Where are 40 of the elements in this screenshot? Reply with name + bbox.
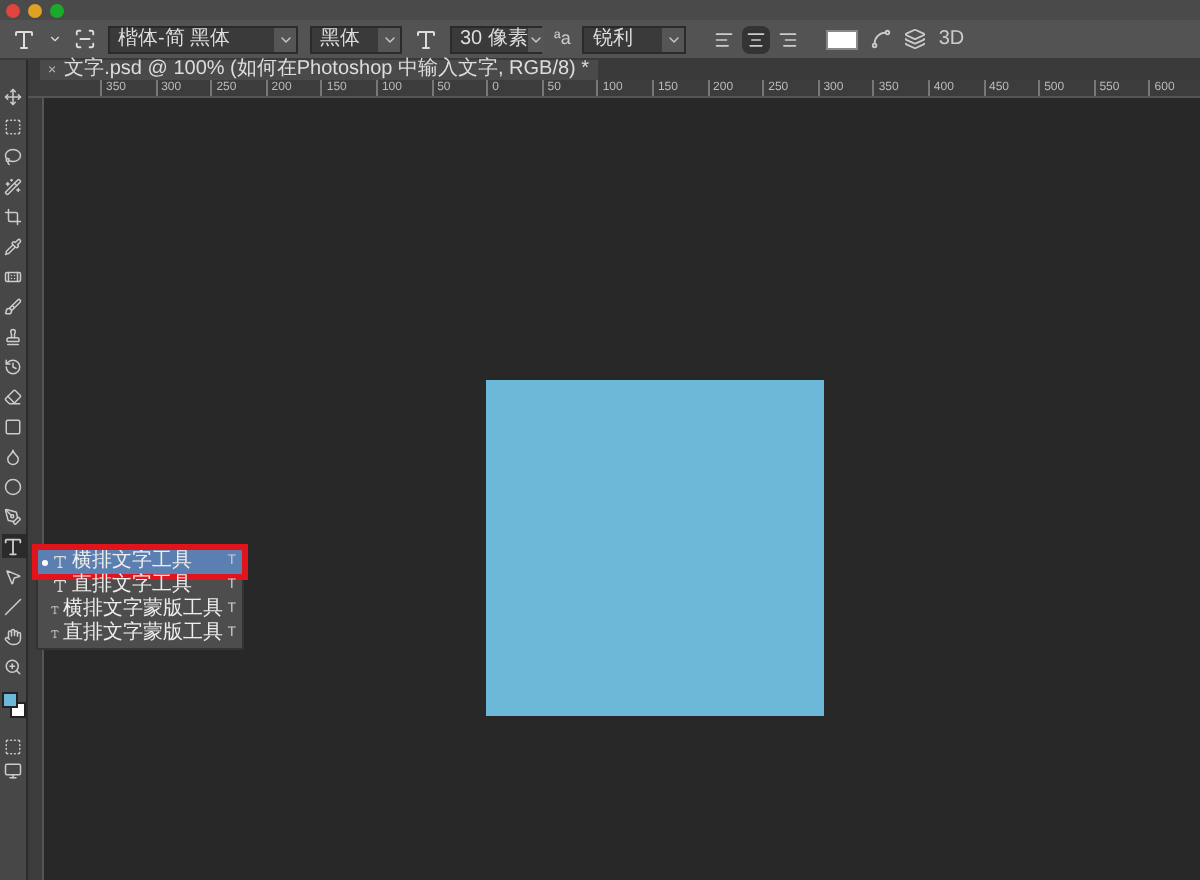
text-color-swatch[interactable] [826, 29, 859, 49]
dropdown[interactable]: 锐利 [582, 25, 687, 53]
move-icon[interactable] [1, 84, 25, 108]
marquee-icon[interactable] [1, 114, 25, 138]
circle-icon[interactable] [1, 474, 25, 498]
caret-icon[interactable] [48, 32, 62, 46]
drop-icon[interactable] [1, 444, 25, 468]
minimize-light[interactable] [28, 3, 42, 17]
hand-icon[interactable] [1, 624, 25, 648]
foreground-color[interactable] [1, 692, 17, 708]
font-size-icon [414, 27, 438, 51]
3d-button[interactable]: 3D [938, 24, 965, 54]
zoom-light[interactable] [50, 3, 64, 17]
pointer-icon[interactable] [1, 564, 25, 588]
crop-icon[interactable] [1, 204, 25, 228]
panels-icon[interactable] [904, 28, 927, 50]
quick-mask-icon[interactable] [4, 738, 22, 756]
type-icon [49, 602, 60, 618]
eraser-icon[interactable] [1, 384, 25, 408]
line-icon[interactable] [1, 594, 25, 618]
dropdown[interactable]: 黑体 [310, 25, 402, 53]
align-button[interactable] [742, 25, 771, 53]
antialias-label: ªa [554, 25, 571, 52]
warp-text-icon[interactable] [870, 28, 893, 50]
type-icon [52, 554, 68, 570]
lasso-icon[interactable] [1, 144, 25, 168]
zoom-icon[interactable] [1, 654, 25, 678]
type-tool-icon[interactable] [12, 27, 36, 51]
wand-icon[interactable] [1, 174, 25, 198]
screen-mode-icon[interactable] [4, 762, 22, 780]
type-icon [52, 578, 68, 594]
eyedropper-icon[interactable] [1, 234, 25, 258]
type-icon[interactable] [1, 534, 25, 558]
brush-icon[interactable] [1, 294, 25, 318]
stamp-icon[interactable] [1, 324, 25, 348]
dropdown[interactable]: 30 像素 [450, 25, 542, 53]
color-swatches[interactable] [1, 692, 25, 720]
pen-icon[interactable] [1, 504, 25, 528]
dropdown[interactable]: 楷体-简 黑体 [108, 25, 298, 53]
type-icon [49, 626, 60, 642]
